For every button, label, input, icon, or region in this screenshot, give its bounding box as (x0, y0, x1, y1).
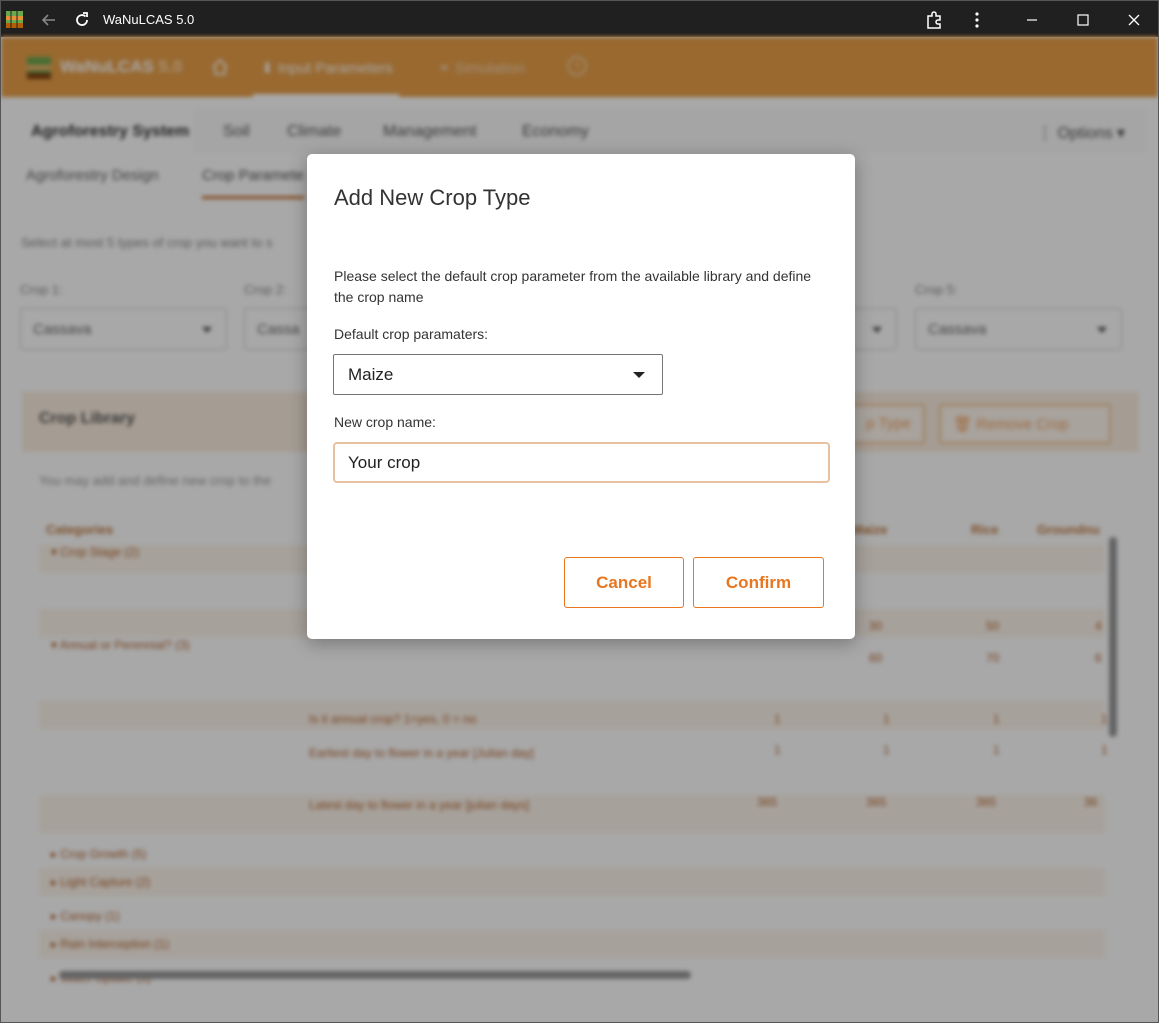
new-crop-name-input[interactable] (333, 442, 830, 483)
extensions-icon[interactable] (924, 10, 944, 30)
confirm-button[interactable]: Confirm (693, 557, 824, 608)
default-crop-select[interactable]: Maize (333, 354, 663, 395)
minimize-icon[interactable] (1022, 10, 1042, 30)
maximize-icon[interactable] (1073, 10, 1093, 30)
caret-down-icon (633, 372, 645, 378)
default-crop-value: Maize (348, 365, 394, 384)
new-crop-name-label: New crop name: (334, 414, 436, 430)
add-crop-type-dialog: Add New Crop Type Please select the defa… (307, 154, 855, 639)
dialog-title: Add New Crop Type (334, 185, 531, 210)
window-title: WaNuLCAS 5.0 (103, 12, 195, 27)
cancel-button[interactable]: Cancel (564, 557, 684, 608)
close-icon[interactable] (1124, 10, 1144, 30)
default-crop-label: Default crop paramaters: (334, 326, 489, 342)
back-arrow-icon[interactable] (39, 10, 59, 30)
dialog-message: Please select the default crop parameter… (334, 268, 812, 305)
app-icon (6, 11, 23, 28)
more-vert-icon[interactable] (967, 10, 987, 30)
reload-icon[interactable] (72, 10, 92, 30)
app-window: WaNuLCAS 5.0 WaNuLCAS 5.0 ⬇ Input Parame… (0, 0, 1159, 1023)
title-bar: WaNuLCAS 5.0 (1, 1, 1158, 37)
